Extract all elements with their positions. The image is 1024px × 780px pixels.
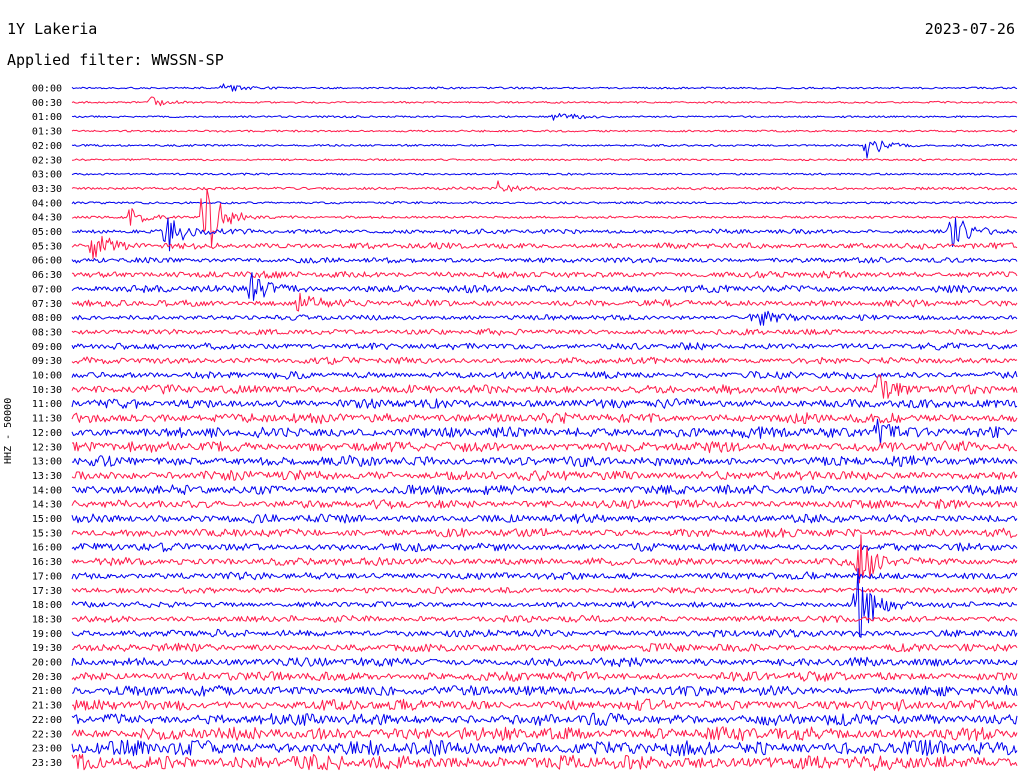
seismic-trace-row — [71, 513, 1018, 524]
seismic-trace-row — [71, 172, 1018, 176]
time-tick-label: 07:00 — [32, 284, 62, 295]
time-tick-label: 12:30 — [32, 442, 62, 453]
time-tick-label: 08:30 — [32, 327, 62, 338]
seismic-trace-row — [71, 698, 1018, 712]
time-tick-label: 03:30 — [32, 184, 62, 195]
seismic-trace-row — [71, 628, 1018, 638]
time-tick-label: 07:30 — [32, 299, 62, 310]
time-tick-label: 16:30 — [32, 557, 62, 568]
time-tick-label: 03:00 — [32, 170, 62, 181]
seismic-trace-row — [71, 469, 1018, 482]
time-tick-label: 21:30 — [32, 701, 62, 712]
seismic-trace-row — [71, 356, 1018, 365]
time-tick-label: 18:30 — [32, 614, 62, 625]
seismic-trace-row — [71, 310, 1018, 326]
seismic-trace-row — [71, 272, 1018, 301]
time-tick-label: 14:00 — [32, 485, 62, 496]
time-tick-label: 21:00 — [32, 686, 62, 697]
time-tick-label: 16:00 — [32, 543, 62, 554]
seismic-trace-row — [71, 328, 1018, 336]
time-tick-label: 11:30 — [32, 414, 62, 425]
trace-group — [71, 83, 1018, 771]
seismic-trace-row — [71, 454, 1018, 467]
seismic-trace-row — [71, 418, 1018, 445]
time-tick-label: 20:30 — [32, 672, 62, 683]
time-tick-label: 10:30 — [32, 385, 62, 396]
time-tick-label: 13:30 — [32, 471, 62, 482]
seismic-trace-row — [71, 684, 1018, 697]
seismic-trace-row — [71, 498, 1018, 510]
time-tick-label: 23:30 — [32, 758, 62, 769]
seismic-trace-row — [71, 671, 1018, 682]
seismic-trace-row — [71, 527, 1018, 539]
time-tick-label: 15:30 — [32, 528, 62, 539]
time-tick-label: 19:30 — [32, 643, 62, 654]
seismic-trace-row — [71, 568, 1018, 638]
seismic-trace-row — [71, 158, 1018, 162]
time-tick-label: 10:00 — [32, 371, 62, 382]
time-tick-label: 06:30 — [32, 270, 62, 281]
seismic-trace-row — [71, 571, 1018, 581]
seismic-trace-row — [71, 484, 1018, 496]
time-tick-label: 13:00 — [32, 457, 62, 468]
time-tick-label: 02:30 — [32, 155, 62, 166]
time-tick-label: 17:00 — [32, 571, 62, 582]
seismic-trace-row — [71, 412, 1018, 425]
seismic-trace-row — [71, 712, 1018, 727]
time-tick-label: 22:00 — [32, 715, 62, 726]
time-tick-label: 17:30 — [32, 586, 62, 597]
time-tick-label: 23:00 — [32, 744, 62, 755]
seismic-trace-row — [71, 726, 1018, 742]
seismic-trace-row — [71, 188, 1018, 247]
time-tick-label: 01:30 — [32, 127, 62, 138]
seismic-trace-row — [71, 235, 1018, 259]
time-tick-label: 06:00 — [32, 256, 62, 267]
time-tick-label: 11:00 — [32, 399, 62, 410]
seismic-trace-row — [71, 534, 1018, 584]
time-tick-label: 00:30 — [32, 98, 62, 109]
time-tick-label: 09:30 — [32, 356, 62, 367]
time-tick-label: 20:00 — [32, 658, 62, 669]
time-tick-label: 18:00 — [32, 600, 62, 611]
seismic-trace-row — [71, 201, 1018, 205]
seismic-trace-row — [71, 83, 1018, 92]
seismic-trace-row — [71, 292, 1018, 312]
time-tick-label: 19:00 — [32, 629, 62, 640]
time-tick-label: 22:30 — [32, 729, 62, 740]
seismic-trace-row — [71, 739, 1018, 757]
helicorder-plot: 00:00 00:30 01:00 01:30 02:00 02:30 03:00 03:30… — [32, 83, 1018, 771]
seismic-trace-row — [71, 342, 1018, 351]
time-tick-label: 14:30 — [32, 500, 62, 511]
seismic-trace-row — [71, 398, 1018, 409]
seismic-trace-row — [71, 129, 1018, 133]
seismic-trace-row — [71, 586, 1018, 594]
time-tick-label: 00:00 — [32, 84, 62, 95]
time-tick-label: 12:00 — [32, 428, 62, 439]
time-tick-label: 15:00 — [32, 514, 62, 525]
time-tick-label: 05:30 — [32, 241, 62, 252]
seismic-trace-row — [71, 370, 1018, 380]
seismic-trace-row — [71, 96, 1018, 107]
seismic-trace-row — [71, 270, 1018, 279]
seismic-trace-row — [71, 256, 1018, 264]
time-tick-label: 04:00 — [32, 198, 62, 209]
time-tick-label: 02:00 — [32, 141, 62, 152]
seismic-trace-row — [71, 656, 1018, 668]
seismic-trace-row — [71, 113, 1018, 121]
time-tick-label: 08:00 — [32, 313, 62, 324]
time-tick-label: 04:30 — [32, 213, 62, 224]
seismic-trace-row — [71, 140, 1018, 159]
seismic-trace-row — [71, 542, 1018, 553]
seismic-trace-row — [71, 753, 1018, 771]
seismic-trace-row — [71, 642, 1018, 653]
time-tick-label: 01:00 — [32, 112, 62, 123]
time-tick-label: 09:00 — [32, 342, 62, 353]
seismic-trace-row — [71, 180, 1018, 192]
tick-label-group: 00:00 00:30 01:00 01:30 02:00 02:30 03:00 03:30… — [32, 84, 62, 769]
time-tick-label: 05:00 — [32, 227, 62, 238]
seismic-trace-row — [71, 440, 1018, 454]
seismic-trace-row — [71, 614, 1018, 623]
